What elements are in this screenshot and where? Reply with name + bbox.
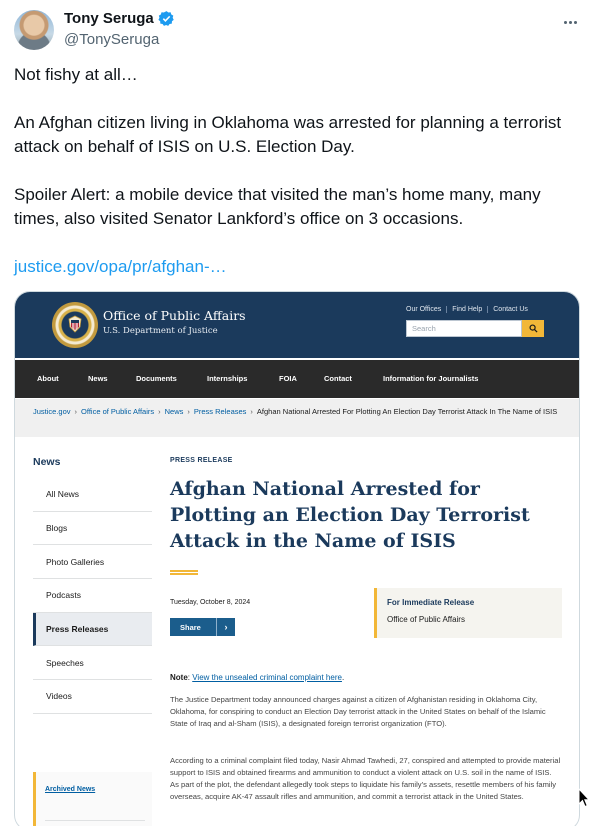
link-preview-card[interactable]: Office of Public Affairs U.S. Department… <box>14 291 580 826</box>
article-paragraph: According to a criminal complaint filed … <box>170 756 561 801</box>
sidebar-item-podcasts[interactable]: Podcasts <box>33 579 152 613</box>
search-icon <box>528 324 538 333</box>
complaint-link[interactable]: View the unsealed criminal complaint her… <box>192 673 342 682</box>
util-link-our-offices[interactable]: Our Offices <box>406 306 446 313</box>
breadcrumb-link[interactable]: News <box>165 407 184 416</box>
breadcrumb-link[interactable]: Office of Public Affairs <box>81 407 154 416</box>
sidebar-item-speeches[interactable]: Speeches <box>33 646 152 681</box>
article-title: Afghan National Arrested for Plotting an… <box>170 478 530 552</box>
verified-badge-icon <box>158 11 174 26</box>
sidebar-item-videos[interactable]: Videos <box>33 680 152 714</box>
author-name-line[interactable]: Tony Seruga <box>64 10 175 27</box>
sidebar-item-press-releases[interactable]: Press Releases <box>33 612 152 647</box>
chevron-right-icon: › <box>224 622 228 632</box>
sidebar-item-all-news[interactable]: All News <box>33 478 152 512</box>
tweet-paragraph: An Afghan citizen living in Oklahoma was… <box>14 113 562 156</box>
search-button[interactable] <box>522 320 544 337</box>
share-button[interactable]: Share › <box>170 618 235 636</box>
util-link-contact-us[interactable]: Contact Us <box>487 306 533 313</box>
breadcrumb-link[interactable]: Press Releases <box>194 407 247 416</box>
archived-news-box: Archived News <box>33 772 152 826</box>
divider <box>45 820 145 821</box>
display-name[interactable]: Tony Seruga <box>64 10 154 27</box>
nav-documents[interactable]: Documents <box>136 374 177 383</box>
utility-links: Our Offices Find Help Contact Us <box>406 306 533 313</box>
main-nav: About News Documents Internships FOIA Co… <box>15 360 579 398</box>
sidebar-item-photo-galleries[interactable]: Photo Galleries <box>33 545 152 580</box>
breadcrumb: Justice.gov › Office of Public Affairs › New… <box>15 399 579 437</box>
release-heading: For Immediate Release <box>387 598 475 607</box>
util-link-find-help[interactable]: Find Help <box>446 306 487 313</box>
department-name: U.S. Department of Justice <box>103 326 218 336</box>
publish-date: Tuesday, October 8, 2024 <box>170 599 251 606</box>
nav-information-for-journalists[interactable]: Information for Journalists <box>383 374 478 383</box>
article-paragraph: The Justice Department today announced c… <box>170 695 546 728</box>
archived-news-link[interactable]: Archived News <box>45 786 95 793</box>
release-source: Office of Public Affairs <box>387 615 465 624</box>
user-handle[interactable]: @TonySeruga <box>64 31 159 48</box>
title-divider <box>170 570 198 575</box>
breadcrumb-link[interactable]: Justice.gov <box>33 407 71 416</box>
note-label: Note <box>170 673 188 682</box>
nav-internships[interactable]: Internships <box>207 374 247 383</box>
doj-header: Office of Public Affairs U.S. Department… <box>15 292 579 358</box>
more-options-icon[interactable] <box>560 12 580 32</box>
sidebar-title: News <box>33 456 61 468</box>
press-release-kicker: PRESS RELEASE <box>170 457 233 464</box>
nav-about[interactable]: About <box>37 374 59 383</box>
avatar[interactable] <box>14 10 54 50</box>
tweet-paragraph: Spoiler Alert: a mobile device that visi… <box>14 185 541 228</box>
doj-seal-icon[interactable] <box>52 302 98 348</box>
sidebar-nav: All News Blogs Photo Galleries Podcasts … <box>33 478 152 714</box>
tweet-header: Tony Seruga @TonySeruga <box>14 8 580 52</box>
nav-foia[interactable]: FOIA <box>279 374 297 383</box>
tweet-text: Not fishy at all… An Afghan citizen livi… <box>14 63 582 303</box>
office-title[interactable]: Office of Public Affairs <box>103 308 246 323</box>
search-input[interactable]: Search <box>406 320 522 337</box>
nav-news[interactable]: News <box>88 374 108 383</box>
share-label: Share <box>180 622 201 632</box>
release-info-box: For Immediate Release Office of Public A… <box>374 588 562 638</box>
tweet-paragraph: Not fishy at all… <box>14 65 138 84</box>
breadcrumb-current: Afghan National Arrested For Plotting An… <box>256 407 558 416</box>
mouse-cursor-icon <box>578 788 590 808</box>
nav-contact[interactable]: Contact <box>324 374 352 383</box>
complaint-note: Note: View the unsealed criminal complai… <box>170 673 345 682</box>
sidebar-item-blogs[interactable]: Blogs <box>33 512 152 546</box>
article-link[interactable]: justice.gov/opa/pr/afghan-… <box>14 257 227 276</box>
